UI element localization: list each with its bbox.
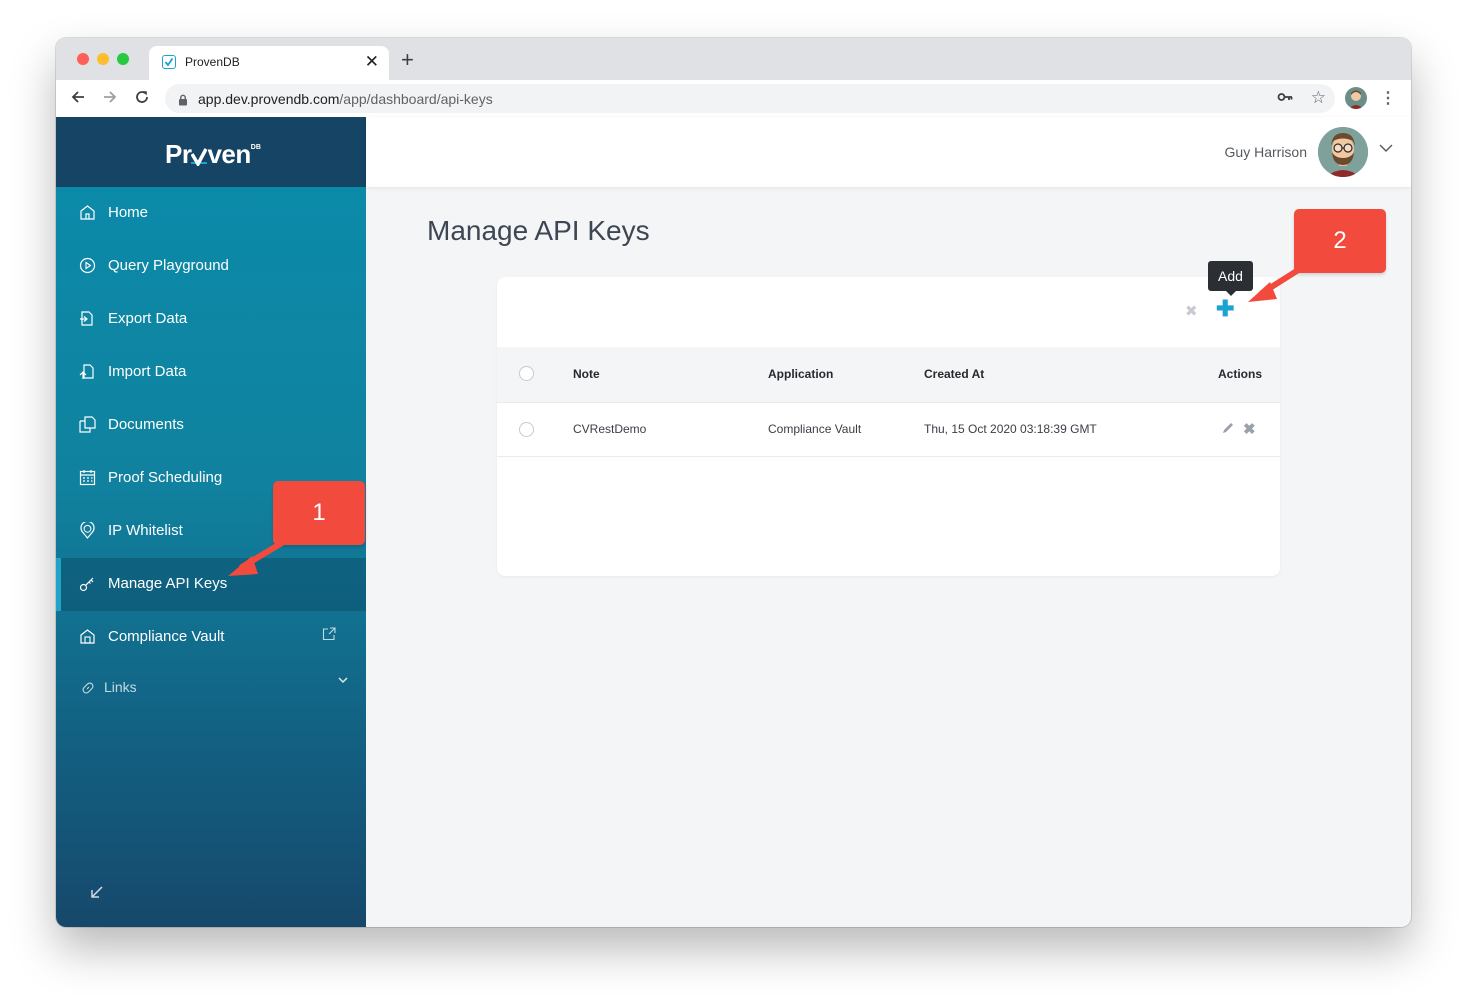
external-link-icon[interactable] — [322, 627, 336, 641]
user-name[interactable]: Guy Harrison — [1225, 144, 1307, 160]
bookmark-star-icon[interactable]: ☆ — [1311, 88, 1326, 108]
sidebar-item-label: Export Data — [108, 310, 188, 327]
close-tab-icon[interactable]: ✕ — [365, 52, 379, 72]
column-header-application[interactable]: Application — [768, 367, 833, 381]
sidebar-item-label: Documents — [108, 416, 184, 433]
minimize-window-button[interactable] — [97, 53, 109, 65]
documents-icon — [79, 416, 96, 433]
top-header: Guy Harrison — [366, 117, 1411, 187]
sidebar-item-label: Import Data — [108, 363, 187, 380]
sidebar-item-manage-api-keys[interactable]: Manage API Keys — [56, 558, 366, 611]
browser-tab[interactable]: ProvenDB ✕ — [149, 46, 389, 80]
close-window-button[interactable] — [77, 53, 89, 65]
sidebar-item-import-data[interactable]: Import Data — [56, 346, 366, 399]
browser-menu-icon[interactable]: ⋮ — [1380, 88, 1396, 108]
logo-sup: DB — [250, 144, 261, 151]
row-select-radio[interactable] — [519, 422, 534, 437]
browser-window: ProvenDB ✕ + app.dev.provendb.com/app/da… — [56, 38, 1411, 927]
add-tooltip: Add — [1208, 261, 1253, 296]
cell-note: CVRestDemo — [573, 422, 647, 436]
logo-check-mark — [190, 142, 209, 168]
sidebar-item-label: IP Whitelist — [108, 522, 183, 539]
lock-icon — [178, 93, 188, 111]
link-icon — [82, 682, 94, 694]
maximize-window-button[interactable] — [117, 53, 129, 65]
table-header: Note Application Created At Actions — [497, 347, 1280, 402]
logo-bar: Pr venDB — [56, 117, 366, 187]
logo-text-pr: Pr — [165, 139, 192, 169]
delete-selected-icon[interactable]: ✖ — [1185, 302, 1198, 320]
import-icon — [79, 364, 94, 379]
table-row[interactable]: CVRestDemo Compliance Vault Thu, 15 Oct … — [497, 402, 1280, 457]
url-text: app.dev.provendb.com/app/dashboard/api-k… — [198, 91, 493, 107]
new-tab-button[interactable]: + — [401, 47, 414, 73]
page-title: Manage API Keys — [427, 215, 650, 246]
ip-pin-icon — [80, 522, 95, 539]
column-header-created-at[interactable]: Created At — [924, 367, 984, 381]
logo-text-ven: ven — [207, 139, 251, 169]
sidebar-item-compliance-vault[interactable]: Compliance Vault — [56, 611, 366, 664]
home-icon — [80, 205, 95, 220]
cell-created-at: Thu, 15 Oct 2020 03:18:39 GMT — [924, 422, 1097, 436]
cell-application: Compliance Vault — [768, 422, 862, 436]
address-bar[interactable]: app.dev.provendb.com/app/dashboard/api-k… — [165, 84, 1335, 113]
sidebar-item-label: Compliance Vault — [108, 628, 225, 645]
browser-toolbar: app.dev.provendb.com/app/dashboard/api-k… — [56, 80, 1411, 118]
sidebar-item-home[interactable]: Home — [56, 187, 366, 240]
tab-strip: ProvenDB ✕ + — [56, 38, 1411, 80]
sidebar-item-label: Proof Scheduling — [108, 469, 223, 486]
export-icon — [80, 311, 93, 326]
column-header-note[interactable]: Note — [573, 367, 600, 381]
reload-icon[interactable] — [134, 89, 150, 108]
collapse-sidebar-icon[interactable] — [90, 885, 104, 899]
sidebar-item-documents[interactable]: Documents — [56, 399, 366, 452]
sidebar-links-section[interactable]: Links — [56, 662, 366, 715]
chevron-down-icon[interactable] — [338, 676, 348, 684]
sidebar-item-export-data[interactable]: Export Data — [56, 293, 366, 346]
vault-icon — [80, 629, 95, 644]
sidebar-item-label: Home — [108, 204, 149, 221]
column-header-actions: Actions — [1218, 367, 1263, 381]
add-key-button[interactable]: ✚ — [1216, 298, 1234, 320]
chevron-down-icon[interactable] — [1379, 143, 1393, 153]
password-key-icon[interactable] — [1277, 90, 1293, 106]
edit-pencil-icon[interactable] — [1221, 421, 1235, 435]
links-label: Links — [104, 679, 137, 695]
callout-1: 1 — [273, 481, 365, 545]
tab-title: ProvenDB — [185, 55, 240, 69]
profile-avatar-small[interactable] — [1345, 87, 1367, 109]
url-path: /app/dashboard/api-keys — [339, 91, 493, 107]
key-icon — [79, 577, 94, 592]
callout-2: 2 — [1294, 209, 1386, 273]
sidebar-item-label: Query Playground — [108, 257, 229, 274]
play-circle-icon — [79, 257, 96, 274]
provendb-logo[interactable]: Pr venDB — [165, 139, 261, 170]
provendb-favicon-icon — [162, 55, 176, 69]
url-host: app.dev.provendb.com — [198, 91, 340, 107]
sidebar-item-label: Manage API Keys — [108, 575, 228, 592]
calendar-icon — [79, 470, 96, 486]
select-all-radio[interactable] — [519, 366, 534, 381]
api-keys-card: ✖ ✚ Note Application Created At Actions … — [497, 277, 1280, 576]
back-icon[interactable] — [70, 89, 86, 108]
forward-icon[interactable] — [102, 89, 118, 108]
sidebar-item-query-playground[interactable]: Query Playground — [56, 240, 366, 293]
delete-row-icon[interactable]: ✖ — [1243, 420, 1256, 438]
user-avatar[interactable] — [1318, 127, 1368, 177]
